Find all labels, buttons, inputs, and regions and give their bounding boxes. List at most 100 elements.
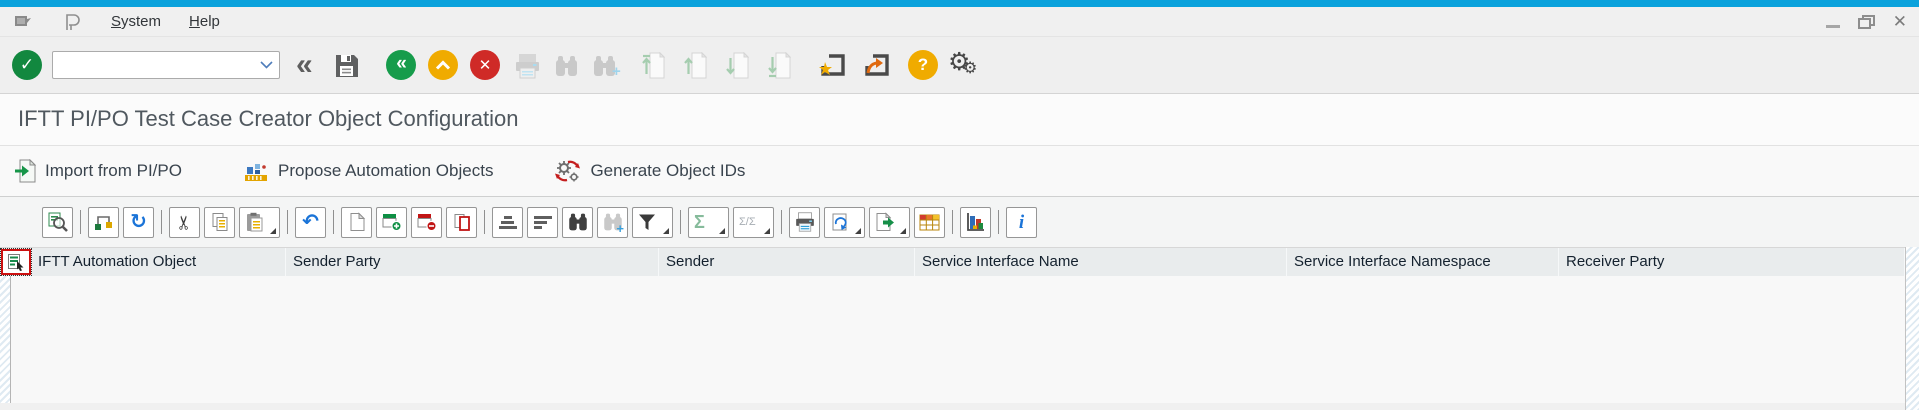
subtotal-button[interactable]: Σ/Σ bbox=[733, 207, 774, 238]
sort-ascending-button[interactable] bbox=[492, 207, 523, 238]
insert-row-button[interactable] bbox=[376, 207, 407, 238]
chart-icon bbox=[965, 212, 986, 232]
plus-icon: + bbox=[612, 64, 621, 79]
sigma-icon: Σ bbox=[694, 213, 705, 231]
insert-row-icon bbox=[381, 212, 402, 232]
export-button[interactable] bbox=[869, 207, 910, 238]
refresh-button[interactable]: ↻ bbox=[123, 207, 154, 238]
choose-layout-button[interactable] bbox=[914, 207, 945, 238]
graphic-button[interactable] bbox=[960, 207, 991, 238]
command-field[interactable] bbox=[52, 51, 280, 79]
paste-button[interactable] bbox=[239, 207, 280, 238]
toolbar-separator bbox=[287, 210, 288, 234]
menu-help[interactable]: Help bbox=[189, 13, 220, 30]
hierarchy-button[interactable] bbox=[88, 207, 119, 238]
propose-automation-objects-button[interactable]: Propose Automation Objects bbox=[244, 161, 493, 182]
command-input[interactable] bbox=[57, 53, 260, 77]
undo-icon: ↶ bbox=[302, 212, 319, 232]
minimize-button[interactable] bbox=[1826, 25, 1840, 28]
info-button[interactable]: i bbox=[1006, 207, 1037, 238]
column-header-service-interface-name[interactable]: Service Interface Name bbox=[915, 248, 1287, 276]
duplicate-row-button[interactable] bbox=[446, 207, 477, 238]
page-last-icon bbox=[768, 52, 791, 79]
import-document-icon bbox=[14, 159, 36, 183]
copy-button[interactable] bbox=[204, 207, 235, 238]
print-button[interactable] bbox=[789, 207, 820, 238]
scissors-icon: ✂ bbox=[175, 214, 194, 230]
previous-page-button-disabled bbox=[684, 52, 707, 84]
column-header-service-interface-namespace[interactable]: Service Interface Namespace bbox=[1287, 248, 1559, 276]
print-preview-icon bbox=[830, 212, 851, 233]
page-down-icon bbox=[726, 52, 749, 79]
grid-left-margin-hatch bbox=[0, 276, 11, 403]
toolbar-separator bbox=[333, 210, 334, 234]
paste-icon bbox=[245, 212, 265, 233]
toolbar-separator bbox=[484, 210, 485, 234]
subtotal-icon: Σ/Σ bbox=[739, 217, 756, 228]
column-header-receiver-party[interactable]: Receiver Party bbox=[1559, 248, 1905, 276]
generate-gears-icon bbox=[555, 159, 581, 183]
enter-button[interactable]: ✓ bbox=[12, 50, 42, 80]
layout-grid-icon bbox=[919, 214, 940, 231]
toolbar-separator bbox=[952, 210, 953, 234]
customize-layout-button[interactable]: ⚙ ⚙ bbox=[948, 50, 982, 82]
details-button[interactable] bbox=[42, 207, 73, 238]
chevron-down-icon[interactable] bbox=[260, 61, 273, 69]
create-shortcut-button[interactable] bbox=[862, 53, 890, 84]
window-controls: ✕ bbox=[1826, 13, 1907, 30]
restore-button[interactable] bbox=[1858, 15, 1875, 29]
sort-ascending-icon bbox=[499, 216, 517, 229]
help-button[interactable]: ? bbox=[908, 50, 938, 80]
import-from-pipo-button[interactable]: Import from PI/PO bbox=[14, 159, 182, 183]
cut-button[interactable]: ✂ bbox=[169, 207, 200, 238]
collapse-toolbar-icon[interactable]: « bbox=[296, 48, 313, 82]
hierarchy-icon bbox=[93, 212, 115, 232]
cancel-button[interactable]: ✕ bbox=[470, 50, 500, 80]
find-button[interactable] bbox=[562, 207, 593, 238]
select-all-button[interactable] bbox=[1, 249, 31, 275]
chevron-up-icon bbox=[435, 60, 451, 70]
automation-machine-icon bbox=[244, 161, 269, 182]
info-icon: i bbox=[1019, 213, 1024, 232]
session-menu-icon[interactable] bbox=[14, 14, 33, 29]
binoculars-icon bbox=[567, 212, 589, 232]
grid-body-empty bbox=[0, 276, 1905, 403]
page-title: IFTT PI/PO Test Case Creator Object Conf… bbox=[0, 94, 1919, 144]
delete-row-icon bbox=[416, 212, 437, 232]
menu-system[interactable]: System bbox=[111, 13, 161, 30]
page-up-icon bbox=[684, 52, 707, 79]
back-button[interactable]: « bbox=[386, 50, 416, 80]
menu-help-rest: elp bbox=[200, 13, 220, 30]
close-button[interactable]: ✕ bbox=[1893, 13, 1907, 30]
exit-button[interactable] bbox=[428, 50, 458, 80]
printer-icon bbox=[794, 212, 816, 232]
find-next-button[interactable]: + bbox=[597, 207, 628, 238]
column-header-iftt-automation-object[interactable]: IFTT Automation Object bbox=[31, 248, 286, 276]
undo-button[interactable]: ↶ bbox=[295, 207, 326, 238]
floppy-icon bbox=[334, 53, 359, 78]
toolbar-separator bbox=[781, 210, 782, 234]
next-page-button-disabled bbox=[726, 52, 749, 84]
first-page-button-disabled bbox=[642, 52, 665, 84]
propose-automation-objects-label: Propose Automation Objects bbox=[278, 161, 493, 181]
sort-descending-button[interactable] bbox=[527, 207, 558, 238]
refresh-icon: ↻ bbox=[130, 212, 147, 232]
print-preview-button[interactable] bbox=[824, 207, 865, 238]
new-session-button[interactable] bbox=[818, 53, 846, 84]
standard-toolbar: ✓ « « ✕ + bbox=[0, 36, 1919, 94]
printer-icon bbox=[514, 53, 541, 79]
x-icon: ✕ bbox=[479, 56, 492, 74]
column-header-sender[interactable]: Sender bbox=[659, 248, 915, 276]
sum-button[interactable]: Σ bbox=[688, 207, 729, 238]
grid-toolbar: ↻ ✂ ↶ bbox=[0, 196, 1919, 247]
delete-row-button[interactable] bbox=[411, 207, 442, 238]
toolbar-separator bbox=[161, 210, 162, 234]
filter-button[interactable] bbox=[632, 207, 673, 238]
shortcut-icon bbox=[862, 53, 890, 79]
sap-gui-window: System Help ✕ ✓ « « ✕ bbox=[0, 0, 1919, 410]
column-header-sender-party[interactable]: Sender Party bbox=[286, 248, 659, 276]
save-button[interactable] bbox=[334, 53, 359, 83]
generate-object-ids-button[interactable]: Generate Object IDs bbox=[555, 159, 745, 183]
new-entry-button[interactable] bbox=[341, 207, 372, 238]
generate-object-ids-label: Generate Object IDs bbox=[590, 161, 745, 181]
